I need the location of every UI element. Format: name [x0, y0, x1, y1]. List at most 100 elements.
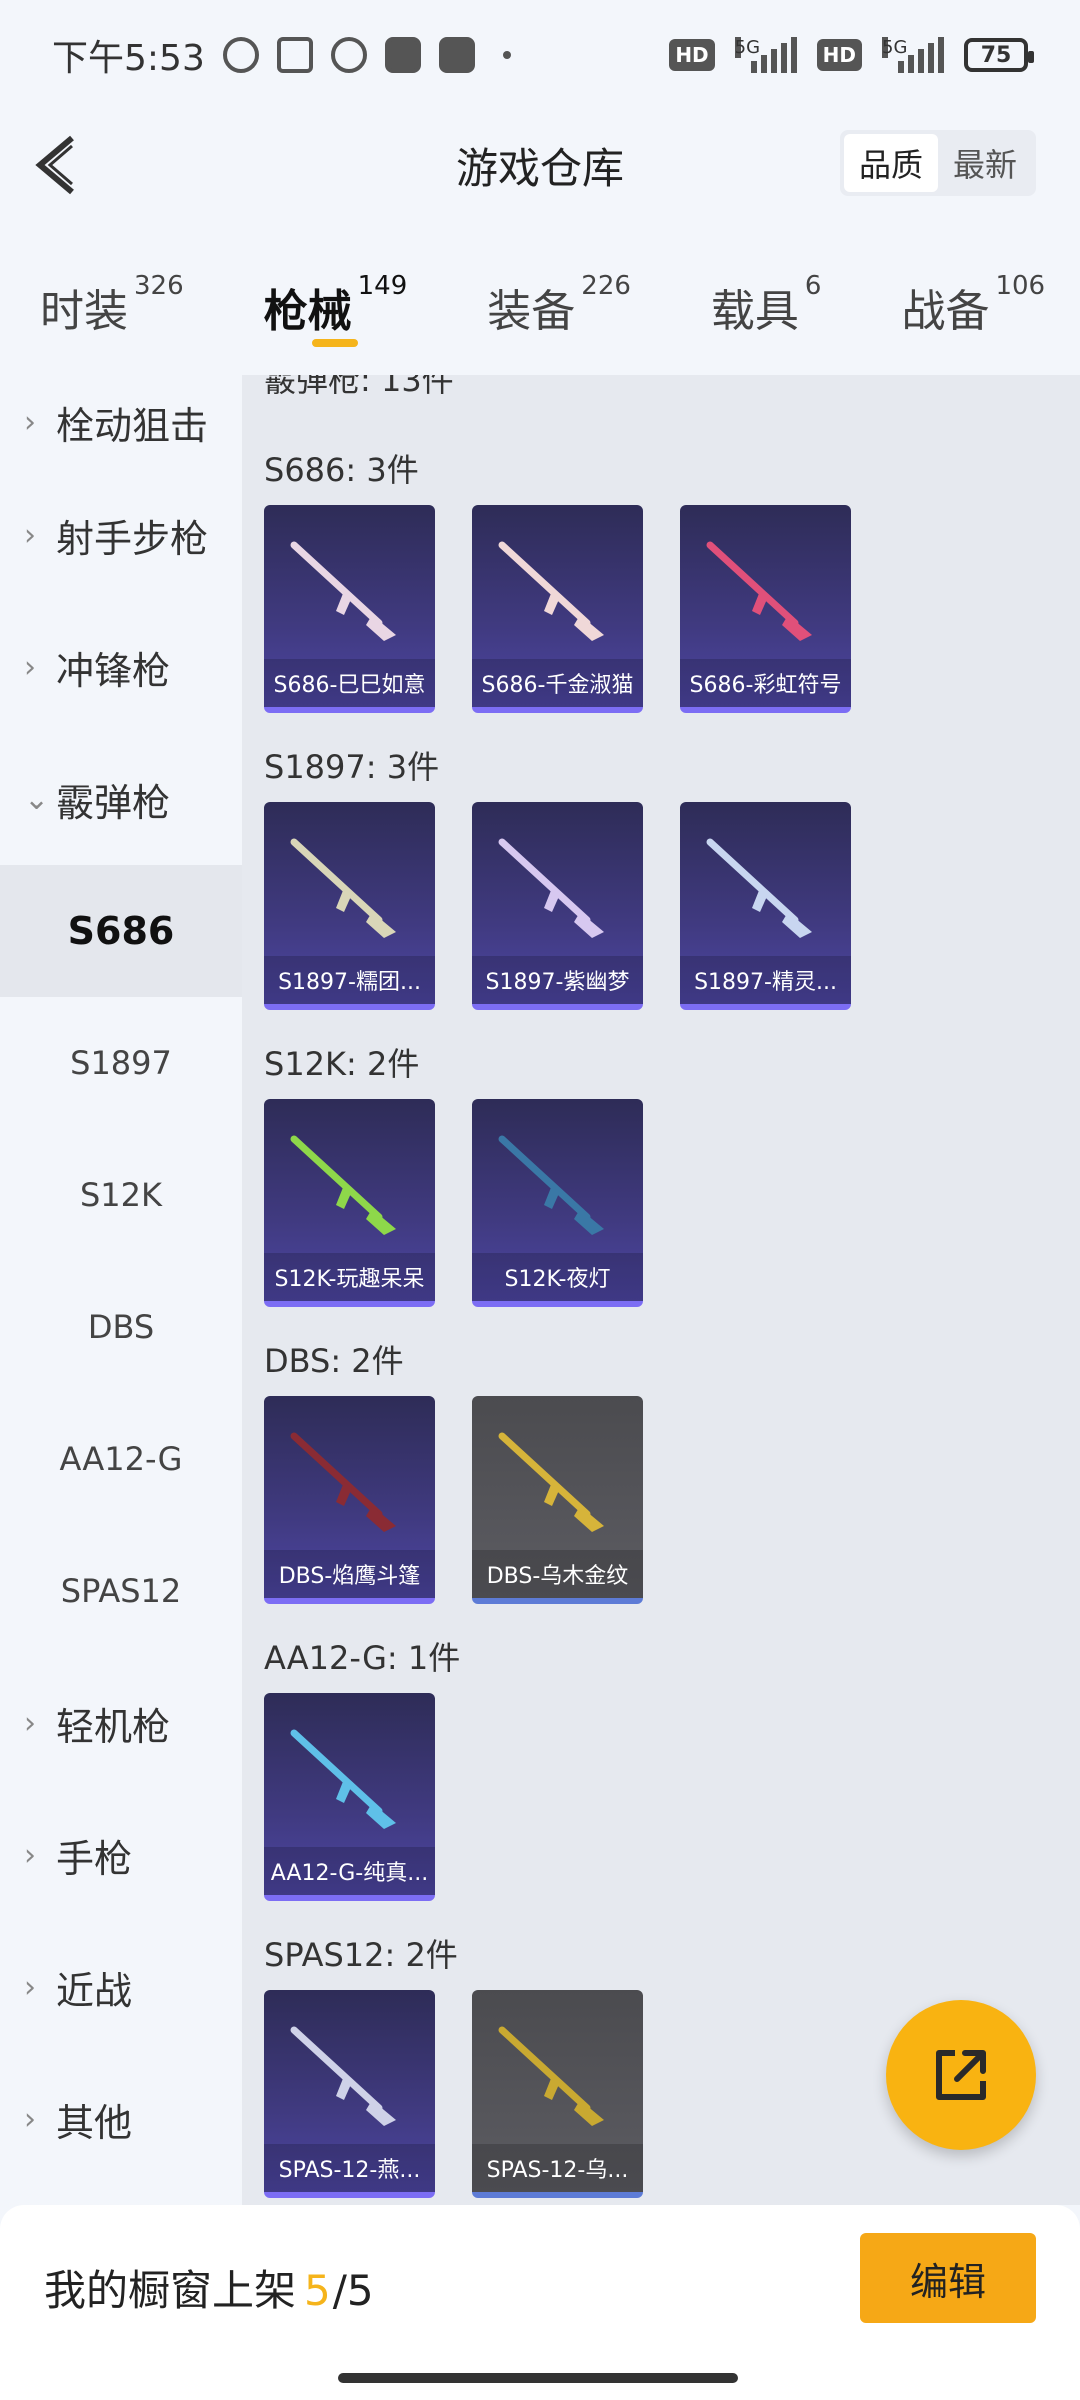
skin-card[interactable]: S686-千金淑猫	[472, 505, 643, 713]
skin-group: DBS: 2件 DBS-焰鹰斗篷 DBS-乌木金纹	[242, 1336, 1080, 1626]
skin-card[interactable]: S1897-紫幽梦	[472, 802, 643, 1010]
group-heading: 霰弹枪: 13件	[264, 375, 454, 399]
skin-name: S686-巳巳如意	[264, 659, 435, 707]
skin-card[interactable]: DBS-乌木金纹	[472, 1396, 643, 1604]
sidebar-subitem-dbs[interactable]: DBS	[0, 1261, 242, 1393]
showcase-status: 我的橱窗上架 5 /5	[44, 2257, 374, 2318]
sort-toggle: 品质 最新	[840, 130, 1036, 196]
sidebar-item-label: SPAS12	[60, 1572, 182, 1610]
alipay-icon	[330, 37, 367, 73]
gun-image-icon	[290, 1432, 396, 1532]
tab-label: 枪械	[263, 286, 352, 337]
bell-muted-icon	[222, 37, 259, 73]
gun-image-icon	[290, 1135, 396, 1235]
tab-supplies[interactable]: 战备 106	[901, 245, 1045, 339]
external-link-icon	[936, 2050, 986, 2100]
sidebar-item-label: 轻机枪	[56, 1704, 171, 1749]
share-fab-button[interactable]	[886, 2000, 1036, 2150]
home-indicator[interactable]	[338, 2373, 738, 2383]
gun-image-icon	[290, 838, 396, 938]
sort-latest-button[interactable]: 最新	[938, 134, 1032, 192]
showcase-bar: 我的橱窗上架 5 /5 编辑	[0, 2205, 1080, 2400]
skin-card-row: S12K-玩趣呆呆 S12K-夜灯	[264, 1099, 643, 1307]
sidebar-item-label: 冲锋枪	[56, 648, 171, 693]
skin-name: S1897-糯团...	[264, 956, 435, 1004]
back-arrow-icon	[35, 135, 74, 195]
showcase-label: 我的橱窗上架	[44, 2266, 297, 2315]
category-tabs: 时装 326 枪械 149 装备 226 载具 6 战备 106	[0, 245, 1080, 375]
sidebar-item-smg[interactable]: › 冲锋枪	[0, 601, 242, 733]
tab-vehicles[interactable]: 载具 6	[711, 245, 822, 339]
tab-count: 149	[357, 271, 408, 301]
skin-card[interactable]: S1897-精灵...	[680, 802, 851, 1010]
skin-card[interactable]: S686-彩虹符号	[680, 505, 851, 713]
sidebar-item-lmg[interactable]: › 轻机枪	[0, 1657, 242, 1789]
status-right: HD 5G HD 5G 75	[669, 37, 1034, 73]
sidebar-item-bolt-sniper[interactable]: › 栓动狙击	[0, 375, 242, 469]
skin-group: S686: 3件 S686-巳巳如意 S686-千金淑猫 S686-彩虹符号	[242, 445, 1080, 735]
back-button[interactable]	[24, 130, 94, 200]
header: 游戏仓库 品质 最新	[0, 110, 1080, 220]
skin-name: DBS-焰鹰斗篷	[264, 1550, 435, 1598]
sidebar-item-label: S1897	[70, 1044, 172, 1082]
skin-card[interactable]: S1897-糯团...	[264, 802, 435, 1010]
skin-card[interactable]: S12K-夜灯	[472, 1099, 643, 1307]
hd-badge: HD	[669, 39, 715, 71]
active-tab-indicator	[312, 339, 359, 347]
sidebar-item-marksman-rifle[interactable]: › 射手步枪	[0, 469, 242, 601]
chevron-down-icon: ⌄	[24, 781, 50, 817]
network-type-label: 5G	[734, 37, 761, 58]
sidebar-subitem-aa12g[interactable]: AA12-G	[0, 1393, 242, 1525]
tab-label: 载具	[710, 286, 799, 337]
showcase-total: /5	[332, 2266, 374, 2315]
sidebar-item-label: S12K	[79, 1176, 162, 1214]
sidebar-item-label: 其他	[56, 2100, 133, 2145]
sidebar-item-other[interactable]: › 其他	[0, 2053, 242, 2185]
skin-name: AA12-G-纯真...	[264, 1847, 435, 1895]
skin-name: S1897-紫幽梦	[472, 956, 643, 1004]
skin-card-row: DBS-焰鹰斗篷 DBS-乌木金纹	[264, 1396, 643, 1604]
sidebar-subitem-s1897[interactable]: S1897	[0, 997, 242, 1129]
gun-image-icon	[498, 2026, 604, 2126]
skin-name: S686-千金淑猫	[472, 659, 643, 707]
skin-card[interactable]: S686-巳巳如意	[264, 505, 435, 713]
sidebar-subitem-s12k[interactable]: S12K	[0, 1129, 242, 1261]
app-icon	[384, 37, 421, 73]
gun-image-icon	[290, 2026, 396, 2126]
skin-card[interactable]: S12K-玩趣呆呆	[264, 1099, 435, 1307]
skin-name: S1897-精灵...	[680, 956, 851, 1004]
sidebar-item-shotgun[interactable]: ⌄ 霰弹枪	[0, 733, 242, 865]
sidebar-subitem-spas12[interactable]: SPAS12	[0, 1525, 242, 1657]
group-heading: S1897: 3件	[264, 748, 440, 786]
gun-image-icon	[290, 1729, 396, 1829]
skin-card-row: S686-巳巳如意 S686-千金淑猫 S686-彩虹符号	[264, 505, 851, 713]
skin-card[interactable]: SPAS-12-燕...	[264, 1990, 435, 2198]
chevron-right-icon: ›	[24, 1705, 36, 1741]
skin-card[interactable]: DBS-焰鹰斗篷	[264, 1396, 435, 1604]
sidebar-item-label: AA12-G	[59, 1440, 183, 1478]
sort-quality-button[interactable]: 品质	[844, 134, 938, 192]
sidebar-subitem-s686[interactable]: S686	[0, 865, 242, 997]
tab-firearms[interactable]: 枪械 149	[263, 245, 408, 347]
sidebar-item-label: 近战	[56, 1968, 133, 2013]
skin-card-row: SPAS-12-燕... SPAS-12-乌...	[264, 1990, 643, 2198]
edit-button[interactable]: 编辑	[860, 2233, 1036, 2323]
status-left: 下午5:53	[52, 29, 511, 81]
network-type-label: 5G	[882, 37, 908, 58]
skin-name: S12K-玩趣呆呆	[264, 1253, 435, 1301]
skin-card[interactable]: AA12-G-纯真...	[264, 1693, 435, 1901]
tab-equipment[interactable]: 装备 226	[487, 245, 631, 339]
skin-name: S686-彩虹符号	[680, 659, 851, 707]
status-time: 下午5:53	[52, 38, 205, 79]
hd-badge: HD	[816, 39, 862, 71]
tab-fashion[interactable]: 时装 326	[40, 245, 184, 339]
chevron-right-icon: ›	[24, 649, 36, 685]
sidebar-item-pistol[interactable]: › 手枪	[0, 1789, 242, 1921]
weapon-type-sidebar: › 栓动狙击 › 射手步枪 › 冲锋枪 ⌄ 霰弹枪 S686 S1897 S12…	[0, 375, 242, 2205]
showcase-count: 5	[304, 2266, 331, 2315]
skin-card[interactable]: SPAS-12-乌...	[472, 1990, 643, 2198]
sidebar-item-label: 霰弹枪	[56, 780, 171, 825]
sidebar-item-label: 手枪	[56, 1836, 133, 1881]
sidebar-item-melee[interactable]: › 近战	[0, 1921, 242, 2053]
battery-level: 75	[980, 42, 1012, 68]
